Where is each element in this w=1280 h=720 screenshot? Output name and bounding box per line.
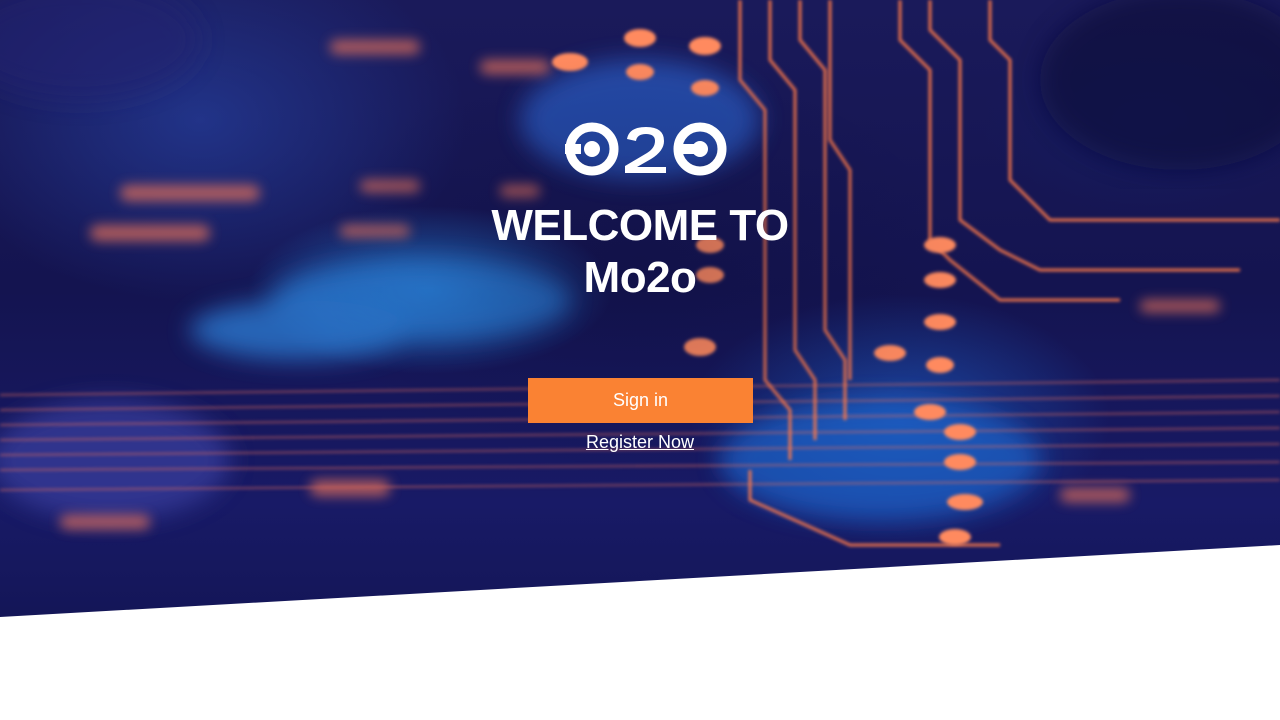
mo2o-logo-icon	[565, 122, 727, 176]
hero-background	[0, 0, 1280, 617]
welcome-page: WELCOME TO Mo2o Sign in Register Now	[0, 0, 1280, 720]
welcome-line-1: WELCOME TO	[491, 201, 789, 250]
sign-in-button[interactable]: Sign in	[528, 378, 753, 423]
hero-vignette	[0, 0, 1280, 617]
welcome-line-2: Mo2o	[583, 253, 697, 302]
mo2o-logo	[565, 121, 728, 177]
register-now-link[interactable]: Register Now	[540, 432, 740, 453]
welcome-heading: WELCOME TO Mo2o	[440, 200, 840, 304]
